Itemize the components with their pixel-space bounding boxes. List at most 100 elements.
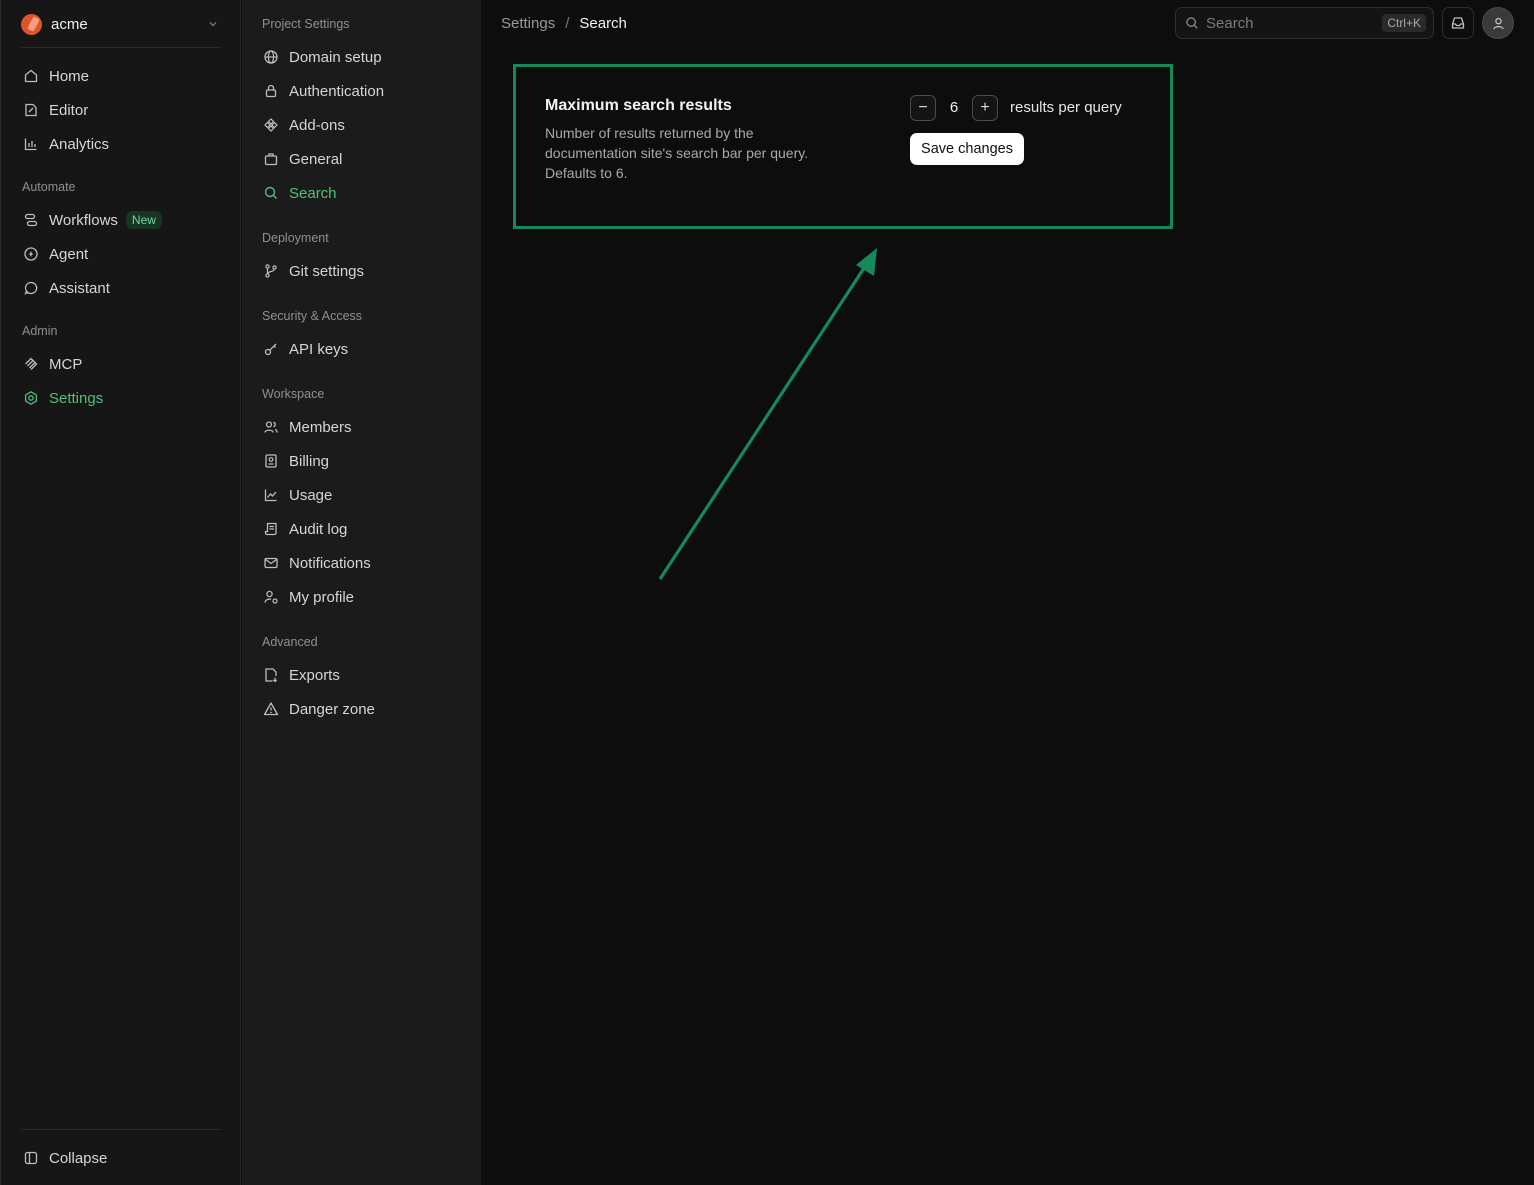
org-switcher[interactable]: acme [21,12,221,36]
sidebar-item-home[interactable]: Home [22,64,89,88]
subnav-item-domain-setup[interactable]: Domain setup [262,45,382,69]
primary-sidebar: acme Home Editor Analytics Automate Work… [0,0,241,1185]
sidebar-item-label: Home [49,67,90,85]
avatar[interactable] [1482,7,1514,39]
decrement-button[interactable]: − [910,95,936,121]
sidebar-item-settings[interactable]: Settings [22,386,103,410]
sidebar-item-label: Assistant [49,279,110,297]
subnav-item-api-keys[interactable]: API keys [262,337,348,361]
scroll-icon [262,520,280,538]
globe-icon [262,48,280,66]
settings-subnav: Project Settings Domain setup Authentica… [242,0,481,1185]
chat-icon [22,279,40,297]
sidebar-item-analytics[interactable]: Analytics [22,132,109,156]
breadcrumb: Settings / Search [501,13,627,33]
sidebar-item-label: Workflows [49,211,118,229]
sidebar-item-label: Analytics [49,135,110,153]
breadcrumb-settings[interactable]: Settings [501,15,555,32]
gear-icon [22,389,40,407]
section-label-admin: Admin [22,324,58,338]
warning-icon [262,700,280,718]
section-label-workspace: Workspace [262,387,325,401]
increment-button[interactable]: + [972,95,998,121]
search-input[interactable]: Search Ctrl+K [1175,7,1434,39]
subnav-item-label: Git settings [289,262,365,280]
section-label-deployment: Deployment [262,231,329,245]
subnav-item-label: Notifications [289,554,371,572]
collapse-label: Collapse [49,1149,108,1167]
search-placeholder: Search [1206,14,1254,32]
sidebar-item-label: Agent [49,245,89,263]
subnav-item-notifications[interactable]: Notifications [262,551,371,575]
user-gear-icon [262,588,280,606]
search-icon [262,184,280,202]
receipt-icon [262,452,280,470]
subnav-item-authentication[interactable]: Authentication [262,79,384,103]
annotation-arrow [658,248,877,580]
minus-icon: − [918,99,928,116]
sidebar-item-assistant[interactable]: Assistant [22,276,110,300]
search-icon [1185,16,1199,30]
inbox-button[interactable] [1442,7,1474,39]
plus-icon: + [980,99,990,116]
users-icon [262,418,280,436]
subnav-item-label: API keys [289,340,349,358]
subnav-item-label: Add-ons [289,116,345,134]
divider [21,1129,221,1130]
workflow-icon [22,211,40,229]
save-button[interactable]: Save changes [910,133,1024,165]
chevron-down-icon [207,18,219,30]
subnav-item-audit-log[interactable]: Audit log [262,517,347,541]
edit-icon [22,101,40,119]
user-icon [1491,16,1506,31]
subnav-item-label: General [289,150,343,168]
section-label-project-settings: Project Settings [262,17,350,31]
subnav-item-search[interactable]: Search [262,181,337,205]
subnav-item-label: Usage [289,486,333,504]
bar-chart-icon [22,135,40,153]
key-icon [262,340,280,358]
agent-icon [22,245,40,263]
subnav-item-label: Audit log [289,520,348,538]
subnav-item-label: My profile [289,588,355,606]
breadcrumb-separator: / [565,14,570,32]
sidebar-item-agent[interactable]: Agent [22,242,88,266]
subnav-item-label: Danger zone [289,700,375,718]
section-label-security: Security & Access [262,309,363,323]
subnav-item-add-ons[interactable]: Add-ons [262,113,345,137]
subnav-item-members[interactable]: Members [262,415,352,439]
section-label-advanced: Advanced [262,635,318,649]
lock-icon [262,82,280,100]
org-name: acme [51,15,88,33]
mail-icon [262,554,280,572]
subnav-item-label: Exports [289,666,340,684]
divider [21,47,221,48]
subnav-item-general[interactable]: General [262,147,342,171]
subnav-item-label: Members [289,418,352,436]
sidebar-item-workflows[interactable]: Workflows New [22,208,162,232]
setting-description: Number of results returned by the docume… [545,125,809,181]
subnav-item-label: Billing [289,452,330,470]
addons-icon [262,116,280,134]
inbox-icon [1450,15,1466,31]
line-chart-icon [262,486,280,504]
subnav-item-billing[interactable]: Billing [262,449,329,473]
results-count-value[interactable]: 6 [938,99,970,116]
subnav-item-my-profile[interactable]: My profile [262,585,354,609]
subnav-item-label: Domain setup [289,48,382,66]
subnav-item-usage[interactable]: Usage [262,483,332,507]
subnav-item-git-settings[interactable]: Git settings [262,259,364,283]
unit-label: results per query [1010,99,1122,116]
mcp-icon [22,355,40,373]
collapse-button[interactable]: Collapse [22,1146,107,1170]
subnav-item-exports[interactable]: Exports [262,663,340,687]
sidebar-item-label: Settings [49,389,104,407]
sidebar-item-label: Editor [49,101,89,119]
export-icon [262,666,280,684]
sidebar-item-editor[interactable]: Editor [22,98,88,122]
sidebar-item-mcp[interactable]: MCP [22,352,82,376]
subnav-item-danger-zone[interactable]: Danger zone [262,697,375,721]
org-logo [21,13,42,35]
git-branch-icon [262,262,280,280]
sidebar-toggle-icon [22,1149,40,1167]
